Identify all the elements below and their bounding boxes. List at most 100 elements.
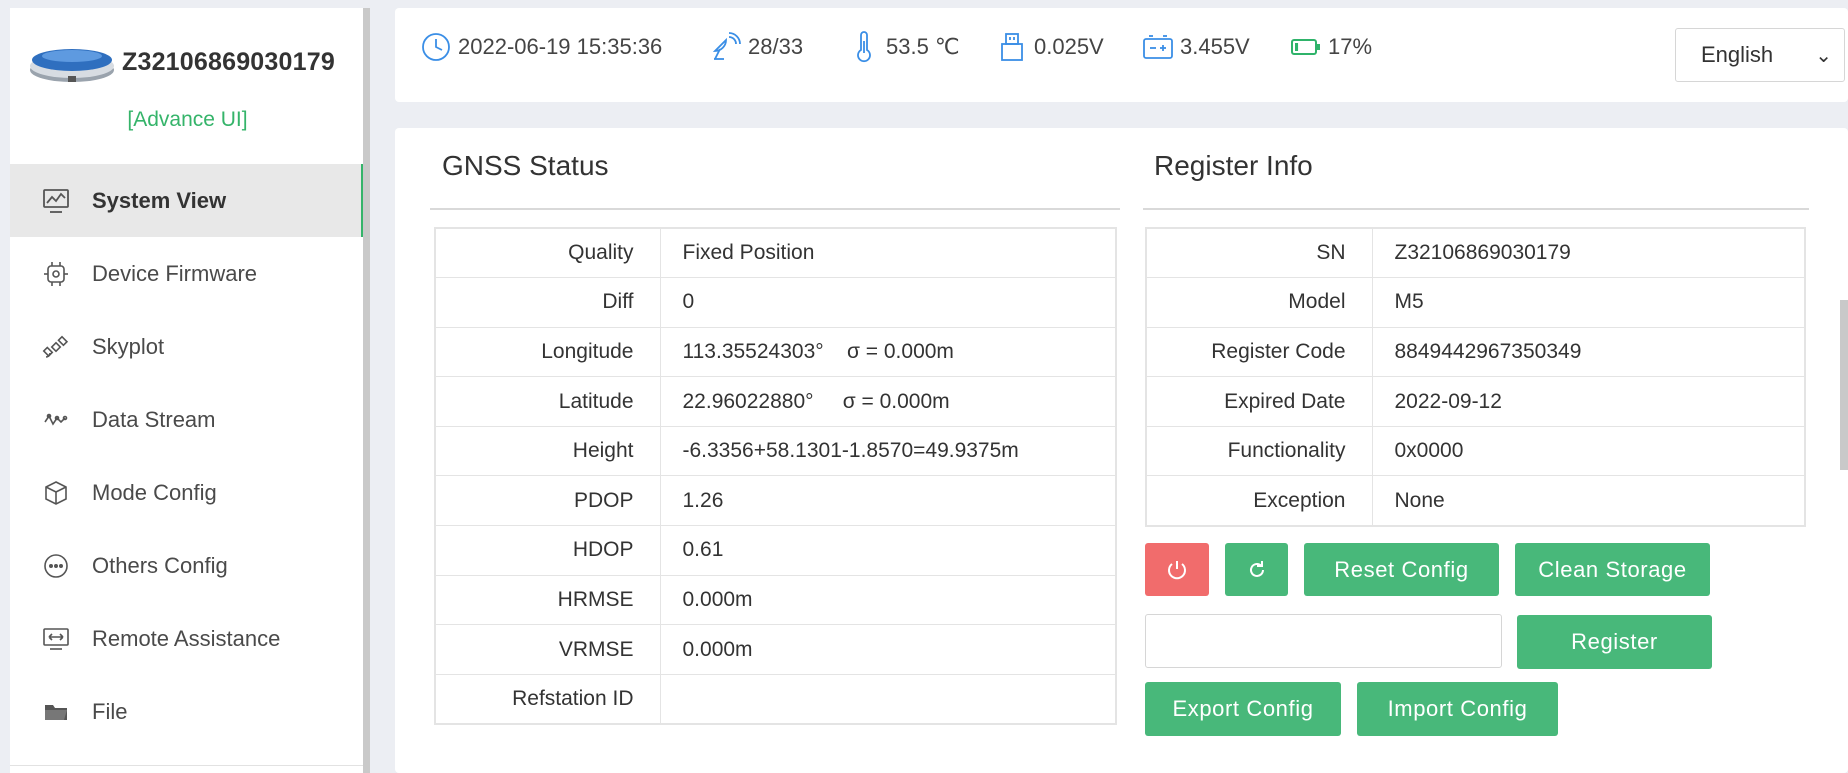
device-title: Z32106869030179 [122,48,335,76]
language-selected-value: English [1701,42,1774,67]
satellite-icon [40,331,72,363]
row-value: 113.35524303° σ = 0.000m [659,326,1117,378]
more-dots-icon [40,550,72,582]
sidebar-item-label: Mode Config [92,479,217,505]
row-value: 0.61 [659,525,1117,576]
sidebar-item-remote-assistance[interactable]: Remote Assistance [10,602,365,675]
temperature-value: 53.5 ℃ [886,34,960,59]
row-key: Quality [434,227,661,279]
sidebar-item-label: Skyplot [92,333,165,359]
power-button[interactable] [1145,543,1209,596]
wave-icon [40,404,72,436]
chart-monitor-icon [40,185,72,217]
row-key: Longitude [434,326,661,378]
row-value: 0.000m [659,624,1117,675]
sidebar-item-skyplot[interactable]: Skyplot [10,310,365,383]
thermometer-icon [857,31,871,63]
sidebar-item-others-config[interactable]: Others Config [10,529,365,602]
advance-ui-link[interactable]: [Advance UI] [10,108,365,132]
battery-level-icon [1291,39,1320,55]
table-row: Refstation ID [434,673,1117,725]
row-value: -6.3356+58.1301-1.8570=49.9375m [659,425,1117,477]
row-key: Height [434,425,661,477]
register-code-input[interactable] [1145,614,1502,668]
row-value: 8849442967350349 [1371,326,1806,378]
row-value: 22.96022880° σ = 0.000m [659,376,1117,427]
table-row: Register Code 8849442967350349 [1145,326,1806,378]
import-config-button[interactable]: Import Config [1357,682,1558,736]
row-value: Z32106869030179 [1371,227,1806,279]
power-icon [1168,560,1186,579]
row-key: SN [1145,227,1373,279]
table-row: Exception None [1145,475,1806,527]
row-key: Register Code [1145,326,1373,378]
row-value: 1.26 [659,475,1117,527]
register-info-table: SN Z32106869030179 Model M5 Register Code 884… [1145,227,1806,527]
content-scrollbar[interactable] [1840,300,1848,470]
sidebar-item-data-stream[interactable]: Data Stream [10,383,365,456]
restart-button[interactable] [1225,543,1288,596]
export-config-button[interactable]: Export Config [1145,682,1341,736]
table-row: Longitude 113.35524303° σ = 0.000m [434,326,1117,378]
table-row: SN Z32106869030179 [1145,227,1806,279]
sidebar: Z32106869030179 [Advance UI] System View… [10,8,368,773]
refresh-icon [1249,560,1264,577]
cube-icon [40,477,72,509]
register-button[interactable]: Register [1517,615,1712,669]
row-value: 0.000m [659,574,1117,626]
sidebar-item-file[interactable]: File [10,675,365,748]
table-row: Latitude 22.96022880° σ = 0.000m [434,376,1117,427]
row-value: M5 [1371,277,1806,328]
gnss-status-table: Quality Fixed Position Diff 0 Longitude 113.3… [434,227,1117,725]
reset-config-button[interactable]: Reset Config [1304,543,1499,596]
external-voltage-value: 0.025V [1034,34,1104,59]
language-select[interactable]: English ⌄ [1675,28,1845,82]
row-key: HRMSE [434,574,661,626]
table-row: Quality Fixed Position [434,227,1117,279]
battery-voltage-stat: 3.455V [1142,32,1250,62]
remote-screen-icon [40,623,72,655]
battery-voltage-value: 3.455V [1180,34,1250,59]
row-key: VRMSE [434,624,661,675]
chevron-down-icon: ⌄ [1815,45,1832,67]
table-row: Functionality 0x0000 [1145,425,1806,477]
temperature-stat: 53.5 ℃ [848,31,960,63]
row-value: 0x0000 [1371,425,1806,477]
row-key: HDOP [434,525,661,576]
satellite-stat: 28/33 [710,32,803,62]
row-key: Model [1145,277,1373,328]
sidebar-item-label: Remote Assistance [92,625,281,651]
clock-icon [422,33,450,61]
sidebar-divider [10,765,365,766]
table-row: PDOP 1.26 [434,475,1117,527]
datetime-value: 2022-06-19 15:35:36 [458,34,663,59]
table-row: Height -6.3356+58.1301-1.8570=49.9375m [434,425,1117,477]
sidebar-scrollbar[interactable] [363,8,370,773]
sidebar-item-device-firmware[interactable]: Device Firmware [10,237,365,310]
sidebar-item-mode-config[interactable]: Mode Config [10,456,365,529]
sidebar-item-label: System View [92,187,227,213]
gnss-receiver-icon [30,49,114,82]
row-key: Functionality [1145,425,1373,477]
chip-icon [40,258,72,290]
battery-percent-value: 17% [1328,34,1373,59]
gnss-status-title: GNSS Status [442,150,609,181]
sidebar-item-system-view[interactable]: System View [10,164,367,237]
row-value: 2022-09-12 [1371,376,1806,427]
datetime-stat: 2022-06-19 15:35:36 [420,32,662,62]
clean-storage-button[interactable]: Clean Storage [1515,543,1710,596]
row-value: Fixed Position [659,227,1117,279]
table-row: HDOP 0.61 [434,525,1117,576]
row-key: Refstation ID [434,673,661,725]
folder-icon [40,696,72,728]
row-key: Expired Date [1145,376,1373,427]
table-row: Model M5 [1145,277,1806,328]
external-voltage-stat: 0.025V [996,32,1104,62]
register-title-rule [1143,208,1809,210]
brand: Z32106869030179 [28,36,368,88]
satellite-dish-icon [712,32,741,60]
row-key: Latitude [434,376,661,427]
row-value: 0 [659,277,1117,328]
gnss-title-rule [430,208,1120,210]
row-value: None [1371,475,1806,527]
